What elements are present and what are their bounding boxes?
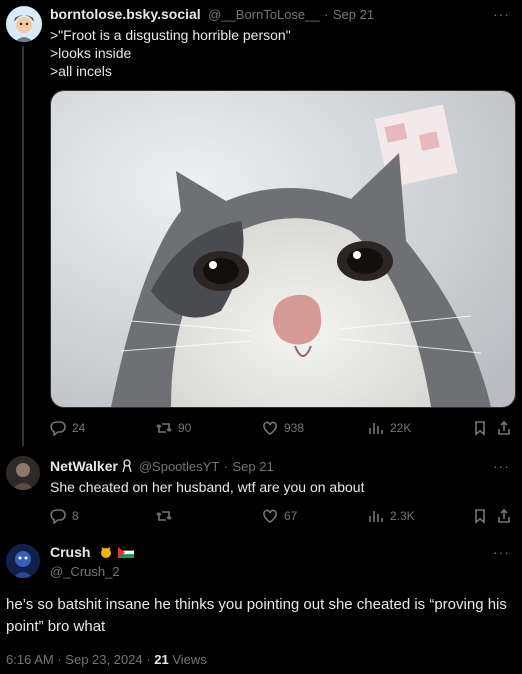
handle[interactable]: @__BornToLose__ (208, 7, 320, 22)
avatar[interactable] (6, 544, 40, 578)
like-button[interactable]: 67 (262, 506, 297, 526)
like-count: 938 (284, 421, 305, 435)
action-bar: 8 67 2.3K (50, 506, 512, 526)
display-name[interactable]: NetWalker (50, 458, 118, 474)
views-button[interactable]: 22K (368, 418, 411, 438)
reply-icon (50, 421, 66, 436)
bookmark-icon (475, 421, 485, 436)
tweet-text: he’s so batshit insane he thinks you poi… (6, 596, 507, 635)
tweet-2[interactable]: NetWalker @SpootlesYT · Sep 21 ··· She c… (0, 448, 522, 530)
flag-icon (118, 545, 135, 558)
avatar[interactable] (6, 456, 40, 490)
separator: · (57, 652, 62, 667)
bookmark-icon (475, 509, 485, 524)
tweet-3-focused[interactable]: Crush @_Crush_2 ··· he’s so batshit insa… (0, 530, 522, 674)
display-name[interactable]: borntolose.bsky.social (50, 6, 201, 22)
like-button[interactable]: 938 (262, 418, 304, 438)
emoji-icon (98, 545, 114, 559)
views-button[interactable]: 2.3K (368, 506, 415, 526)
share-icon (498, 508, 510, 523)
views-label: Views (172, 652, 207, 667)
more-icon[interactable]: ··· (493, 6, 510, 22)
text-line: >looks inside (50, 45, 132, 61)
cat-photo[interactable] (50, 90, 516, 408)
views-count: 2.3K (390, 509, 415, 523)
display-name[interactable]: Crush (50, 544, 90, 560)
reply-icon (50, 509, 66, 524)
timestamp[interactable]: Sep 21 (333, 7, 374, 22)
bookmark-button[interactable] (472, 506, 488, 526)
action-bar: 24 90 938 22K (50, 418, 512, 438)
analytics-icon (369, 511, 383, 522)
reply-button[interactable]: 8 (50, 506, 79, 526)
repost-button[interactable]: 90 (156, 418, 191, 438)
thread-line (22, 46, 24, 446)
handle[interactable]: @_Crush_2 (50, 564, 120, 579)
text-line: >all incels (50, 63, 112, 79)
tweet-date[interactable]: Sep 23, 2024 (65, 652, 142, 667)
views-count: 21 (154, 652, 169, 667)
more-icon[interactable]: ··· (493, 544, 510, 560)
tweet-time[interactable]: 6:16 AM (6, 652, 54, 667)
share-button[interactable] (496, 418, 512, 438)
views-count: 22K (390, 421, 412, 435)
text-line: >"Froot is a disgusting horrible person" (50, 27, 291, 43)
reply-count: 24 (72, 421, 86, 435)
reply-button[interactable]: 24 (50, 418, 85, 438)
heart-icon (263, 421, 277, 435)
tweet-text: She cheated on her husband, wtf are you … (50, 479, 365, 495)
repost-count: 90 (178, 421, 192, 435)
like-count: 67 (284, 509, 298, 523)
repost-icon (156, 511, 172, 521)
tweet-text: >"Froot is a disgusting horrible person"… (50, 26, 510, 80)
heart-icon (263, 509, 277, 523)
separator: · (324, 7, 329, 22)
analytics-icon (369, 423, 383, 434)
avatar[interactable] (6, 6, 42, 42)
timestamp[interactable]: Sep 21 (233, 459, 274, 474)
more-icon[interactable]: ··· (493, 458, 510, 474)
repost-icon (156, 423, 172, 433)
share-button[interactable] (496, 506, 512, 526)
timestamp-row: 6:16 AM · Sep 23, 2024 · 21 Views (6, 652, 207, 667)
tweet-1[interactable]: borntolose.bsky.social @__BornToLose__ ·… (0, 0, 522, 448)
bookmark-button[interactable] (472, 418, 488, 438)
share-icon (498, 420, 510, 435)
separator: · (223, 459, 229, 474)
repost-button[interactable] (156, 506, 178, 526)
ribbon-icon (122, 459, 133, 473)
reply-count: 8 (72, 509, 79, 523)
separator: · (146, 652, 151, 667)
handle[interactable]: @SpootlesYT (139, 459, 219, 474)
